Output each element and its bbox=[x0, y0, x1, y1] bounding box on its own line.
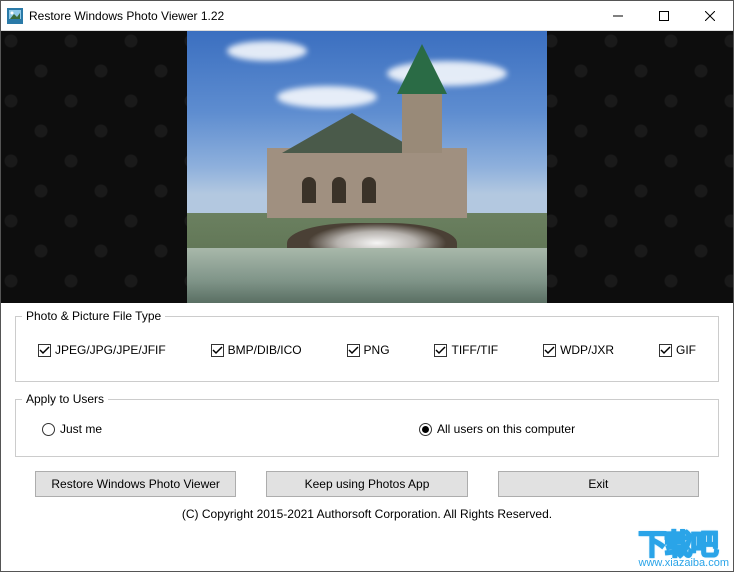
checkbox-wdp[interactable]: WDP/JXR bbox=[543, 343, 614, 357]
users-legend: Apply to Users bbox=[22, 392, 108, 406]
checkbox-gif[interactable]: GIF bbox=[659, 343, 696, 357]
checkmark-icon bbox=[659, 344, 672, 357]
maximize-button[interactable] bbox=[641, 1, 687, 31]
checkmark-icon bbox=[434, 344, 447, 357]
radio-just-me[interactable]: Just me bbox=[42, 422, 419, 436]
filetype-group: Photo & Picture File Type JPEG/JPG/JPE/J… bbox=[15, 309, 719, 382]
window-title: Restore Windows Photo Viewer 1.22 bbox=[29, 9, 595, 23]
filetype-legend: Photo & Picture File Type bbox=[22, 309, 165, 323]
radio-icon bbox=[419, 423, 432, 436]
minimize-button[interactable] bbox=[595, 1, 641, 31]
radio-icon bbox=[42, 423, 55, 436]
checkbox-tiff[interactable]: TIFF/TIF bbox=[434, 343, 498, 357]
checkbox-png[interactable]: PNG bbox=[347, 343, 390, 357]
watermark: 下载吧 www.xiazaiba.com bbox=[639, 523, 729, 569]
watermark-text: 下载吧 bbox=[639, 523, 729, 563]
restore-button[interactable]: Restore Windows Photo Viewer bbox=[35, 471, 236, 497]
checkbox-jpeg[interactable]: JPEG/JPG/JPE/JFIF bbox=[38, 343, 166, 357]
users-group: Apply to Users Just me All users on this… bbox=[15, 392, 719, 457]
checkbox-bmp[interactable]: BMP/DIB/ICO bbox=[211, 343, 302, 357]
keep-button[interactable]: Keep using Photos App bbox=[266, 471, 467, 497]
checkmark-icon bbox=[211, 344, 224, 357]
preview-image-area bbox=[1, 31, 733, 303]
sample-photo bbox=[187, 31, 547, 303]
exit-button[interactable]: Exit bbox=[498, 471, 699, 497]
copyright-text: (C) Copyright 2015-2021 Authorsoft Corpo… bbox=[15, 497, 719, 521]
app-icon bbox=[7, 8, 23, 24]
checkmark-icon bbox=[38, 344, 51, 357]
checkmark-icon bbox=[543, 344, 556, 357]
close-button[interactable] bbox=[687, 1, 733, 31]
checkmark-icon bbox=[347, 344, 360, 357]
watermark-url: www.xiazaiba.com bbox=[639, 557, 729, 569]
titlebar: Restore Windows Photo Viewer 1.22 bbox=[1, 1, 733, 31]
radio-all-users[interactable]: All users on this computer bbox=[419, 422, 575, 436]
